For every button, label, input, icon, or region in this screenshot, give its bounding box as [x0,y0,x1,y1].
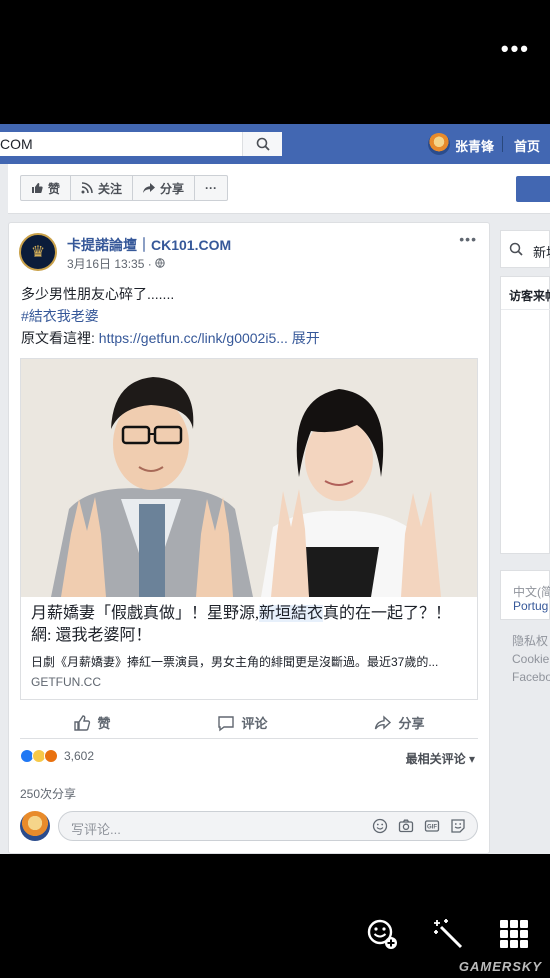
shared-title-part1: 月薪嬌妻「假戲真做」！星野源, [31,605,260,622]
divider [502,136,503,152]
share-count-link[interactable]: 250次分享 [20,785,76,802]
page-share-button[interactable]: 分享 [133,176,196,200]
shared-title-highlight: 新垣結衣 [259,605,324,622]
post-timestamp[interactable]: 3月16日 13:35 · [67,255,165,272]
share-arrow-icon [375,714,392,730]
page-follow-label: 关注 [98,181,123,196]
page-primary-button[interactable] [516,176,550,202]
footer-links: 隐私权 Cookie Facebo [512,632,550,686]
post-text-line: 多少男性朋友心碎了....... [21,286,175,302]
divider [501,309,550,310]
comment-sort-dropdown[interactable]: 最相关评论 ▾ [406,750,475,767]
like-button[interactable]: 赞 [73,713,111,732]
search-query: COM [0,136,33,152]
page-more-button[interactable]: ··· [195,176,227,200]
page-like-button[interactable]: 赞 [21,176,72,200]
magic-wand-icon[interactable] [430,916,466,952]
page-action-bar: 赞 关注 分享 ··· [8,164,550,214]
link-prefix: 原文看這裡: [21,330,99,346]
page-follow-button[interactable]: 关注 [71,176,134,200]
search-input[interactable]: COM [0,132,282,156]
post-link-line: 原文看這裡: https://getfun.cc/link/g0002i5...… [21,327,320,349]
comment-button[interactable]: 评论 [217,713,268,732]
like-label: 赞 [97,716,111,731]
facebook-link[interactable]: Facebo [512,668,550,686]
shared-link-card[interactable]: 月薪嬌妻「假戲真做」！星野源,新垣結衣真的在一起了？！ 網: 還我老婆阿！ 日劇… [20,358,478,700]
comment-bubble-icon [218,715,235,731]
search-button[interactable] [242,132,282,156]
post-menu-button[interactable]: ••• [459,231,477,247]
shared-domain: GETFUN.CC [31,675,101,689]
comment-input[interactable]: 写评论... GIF [58,811,478,841]
page-name-link[interactable]: 卡提諾論壇｜CK101.COM [67,235,231,255]
comment-tools: GIF [371,817,467,835]
share-button[interactable]: 分享 [374,713,425,732]
right-search-text: 新垣 [533,245,550,260]
angry-reaction-icon [44,749,58,763]
page-share-label: 分享 [160,181,185,196]
visitor-posts-title: 访客来帖 [509,289,550,303]
grid-icon[interactable] [496,916,532,952]
share-label: 分享 [398,716,425,731]
phone-screen: ••• COM 张青锋 首页 赞 关注 分享 ··· ♛ 卡提諾論壇｜CK101… [0,0,550,978]
shared-description: 日劇《月薪嬌妻》捧紅一票演員，男女主角的緋聞更是沒斷過。最近37歲的... [31,655,439,669]
crown-icon: ♛ [30,244,46,261]
comment-label: 评论 [241,716,268,731]
thumbs-up-icon [74,714,91,731]
user-avatar[interactable] [428,133,450,155]
comment-placeholder: 写评论... [71,822,121,837]
visitor-posts-panel: 访客来帖 [500,276,550,554]
watermark: GAMERSKY [458,959,542,974]
share-arrow-icon [143,183,156,193]
svg-text:GIF: GIF [427,825,437,831]
home-link[interactable]: 首页 [514,136,540,155]
commenter-avatar [20,811,50,841]
current-language: 中文(简 [513,585,550,599]
hashtag-link[interactable]: #結衣我老婆 [21,305,320,327]
post-time-text: 3月16日 13:35 · [67,257,156,271]
more-options-button[interactable]: ••• [501,36,530,62]
cookie-link[interactable]: Cookie [512,650,550,668]
top-navigation-bar: COM 张青锋 首页 [0,124,550,164]
add-sticker-icon[interactable] [364,916,400,952]
facebook-page: COM 张青锋 首页 赞 关注 分享 ··· ♛ 卡提諾論壇｜CK101.COM… [0,124,550,854]
thumbs-up-icon [32,183,43,193]
post-card: ♛ 卡提諾論壇｜CK101.COM 3月16日 13:35 · ••• 多少男性… [8,222,490,854]
couple-photo-illustration [21,359,477,597]
right-search-box[interactable]: 新垣 [500,230,550,268]
page-action-group: 赞 关注 分享 ··· [20,175,229,201]
camera-icon[interactable] [397,817,415,835]
reaction-summary[interactable]: 3,602 [20,749,94,763]
expand-link[interactable]: 展开 [292,330,320,346]
comment-composer: 写评论... GIF [20,811,478,845]
globe-icon [155,258,165,268]
sticker-icon[interactable] [449,817,467,835]
shared-title[interactable]: 月薪嬌妻「假戲真做」！星野源,新垣結衣真的在一起了？！ 網: 還我老婆阿！ [31,603,469,647]
post-action-bar: 赞 评论 分享 [20,707,478,739]
rss-icon [81,182,93,194]
search-icon [256,137,270,151]
page-like-label: 赞 [48,181,61,196]
page-avatar[interactable]: ♛ [19,233,57,271]
photo-edit-toolbar [364,916,532,952]
post-body: 多少男性朋友心碎了....... #結衣我老婆 原文看這裡: https://g… [21,283,320,349]
language-option-link[interactable]: Portug [513,599,548,613]
post-url-link[interactable]: https://getfun.cc/link/g0002i5... [99,330,292,346]
privacy-link[interactable]: 隐私权 [512,632,550,650]
search-icon [509,242,523,256]
reaction-count: 3,602 [64,749,95,763]
gif-icon[interactable]: GIF [423,817,441,835]
user-name-link[interactable]: 张青锋 [455,136,494,155]
language-panel: 中文(简 Portug [500,570,550,620]
page-more-label: ··· [205,181,218,195]
shared-photo[interactable] [21,359,477,597]
emoji-icon[interactable] [371,817,389,835]
